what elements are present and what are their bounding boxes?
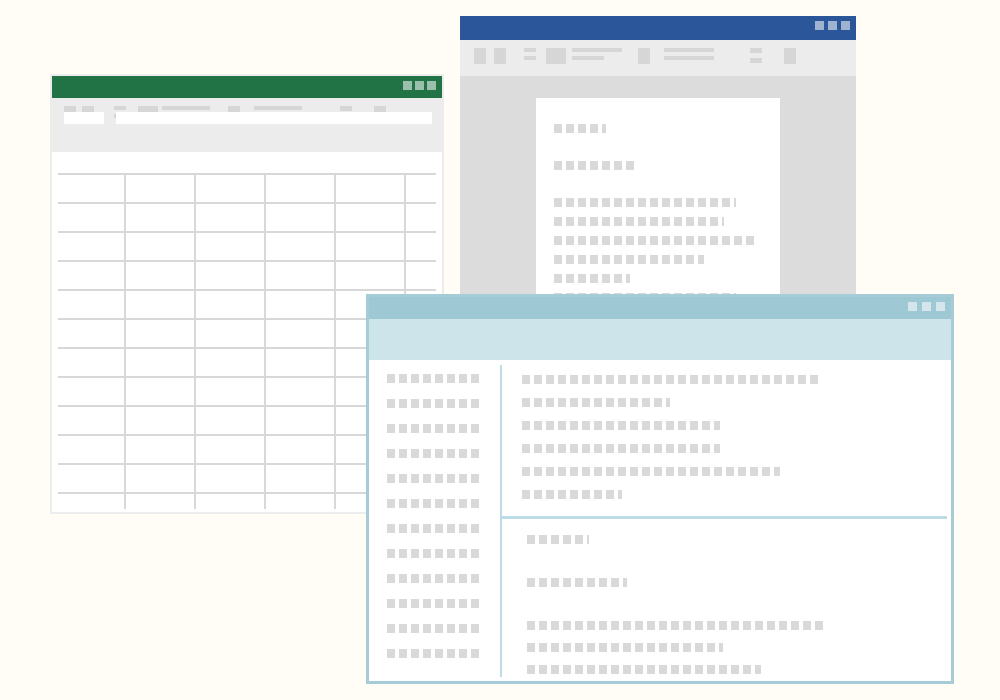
- sidebar-item[interactable]: [387, 649, 483, 658]
- close-button[interactable]: [427, 81, 436, 90]
- browser-window: [366, 294, 954, 684]
- sidebar-item[interactable]: [387, 574, 483, 583]
- grid-column-line: [194, 173, 196, 509]
- minimize-button[interactable]: [403, 81, 412, 90]
- sidebar-nav: [369, 360, 500, 681]
- spreadsheet-titlebar[interactable]: [52, 76, 442, 98]
- sidebar-item[interactable]: [387, 599, 483, 608]
- content-text-line: [522, 398, 670, 407]
- content-text-line: [522, 444, 720, 453]
- content-text-line: [522, 490, 622, 499]
- grid-column-line: [124, 173, 126, 509]
- document-text-line: [554, 236, 758, 245]
- article-heading: [527, 535, 589, 544]
- grid-row-line: [58, 260, 436, 262]
- sidebar-item[interactable]: [387, 424, 483, 433]
- ribbon-icon[interactable]: [572, 56, 604, 60]
- ribbon-icon[interactable]: [524, 56, 536, 60]
- browser-titlebar[interactable]: [369, 297, 951, 319]
- close-button[interactable]: [841, 21, 850, 30]
- sidebar-item[interactable]: [387, 474, 483, 483]
- ribbon-icon[interactable]: [474, 48, 486, 64]
- ribbon-icon[interactable]: [114, 106, 126, 110]
- sidebar-item[interactable]: [387, 374, 483, 383]
- article-subheading: [527, 578, 627, 587]
- sidebar-item[interactable]: [387, 449, 483, 458]
- document-subheading: [554, 161, 638, 170]
- content-text-line: [522, 375, 818, 384]
- sidebar-item[interactable]: [387, 399, 483, 408]
- article-text-line: [527, 665, 761, 674]
- grid-row-line: [58, 202, 436, 204]
- ribbon-icon[interactable]: [572, 48, 622, 52]
- ribbon-icon[interactable]: [638, 48, 650, 64]
- minimize-button[interactable]: [815, 21, 824, 30]
- maximize-button[interactable]: [415, 81, 424, 90]
- ribbon-icon[interactable]: [664, 48, 714, 52]
- document-text-line: [554, 198, 736, 207]
- document-text-line: [554, 217, 724, 226]
- sidebar-divider: [500, 365, 502, 677]
- spreadsheet-ribbon: [52, 98, 442, 152]
- document-heading: [554, 124, 606, 133]
- ribbon-icon[interactable]: [750, 58, 762, 63]
- maximize-button[interactable]: [922, 302, 931, 311]
- address-bar[interactable]: [369, 319, 951, 360]
- sidebar-item[interactable]: [387, 499, 483, 508]
- document-titlebar[interactable]: [460, 16, 856, 40]
- ribbon-icon[interactable]: [784, 48, 796, 64]
- grid-row-line: [58, 231, 436, 233]
- grid-row-line: [58, 289, 436, 291]
- document-text-line: [554, 255, 704, 264]
- ribbon-icon[interactable]: [494, 48, 506, 64]
- article-text-line: [527, 621, 823, 630]
- document-ribbon: [460, 40, 856, 76]
- ribbon-icon[interactable]: [340, 106, 352, 111]
- sidebar-item[interactable]: [387, 524, 483, 533]
- content-text-line: [522, 421, 720, 430]
- formula-bar[interactable]: [116, 112, 432, 124]
- ribbon-icon[interactable]: [162, 106, 210, 110]
- close-button[interactable]: [936, 302, 945, 311]
- ribbon-icon[interactable]: [750, 48, 762, 53]
- document-text-line: [554, 274, 630, 283]
- ribbon-icon[interactable]: [524, 48, 536, 52]
- article-text-line: [527, 643, 723, 652]
- ribbon-icon[interactable]: [664, 56, 714, 60]
- name-box[interactable]: [64, 112, 104, 124]
- grid-row-line: [58, 173, 436, 175]
- ribbon-icon[interactable]: [254, 106, 302, 110]
- document-window: [460, 16, 856, 328]
- sidebar-item[interactable]: [387, 549, 483, 558]
- grid-column-line: [264, 173, 266, 509]
- content-divider: [502, 516, 947, 519]
- grid-column-line: [334, 173, 336, 509]
- minimize-button[interactable]: [908, 302, 917, 311]
- content-text-line: [522, 467, 780, 476]
- maximize-button[interactable]: [828, 21, 837, 30]
- ribbon-icon[interactable]: [546, 48, 566, 64]
- sidebar-item[interactable]: [387, 624, 483, 633]
